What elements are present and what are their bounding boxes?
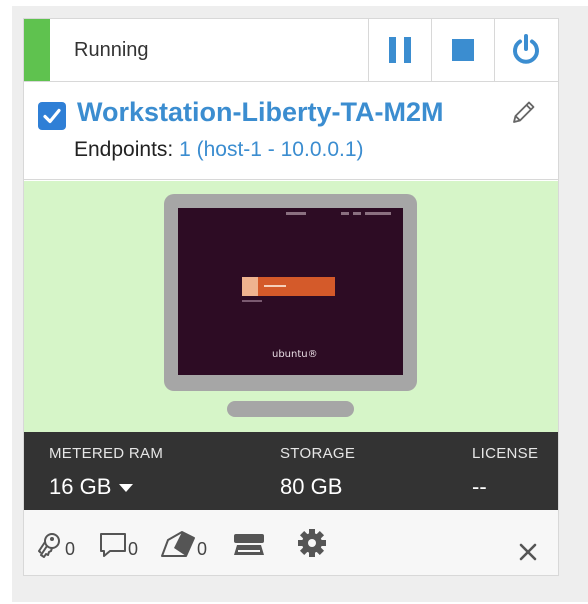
pause-icon <box>389 37 411 63</box>
monitor-stand <box>227 401 354 417</box>
status-text: Running <box>74 39 149 61</box>
metered-ram-dropdown[interactable]: 16 GB <box>49 474 134 500</box>
checkmark-icon <box>43 108 61 124</box>
caret-down-icon <box>119 484 134 493</box>
comment-icon <box>100 533 126 557</box>
status-row: Running <box>24 19 558 82</box>
keys-count: 0 <box>65 539 76 559</box>
power-icon <box>513 34 539 64</box>
endpoints-info: Endpoints: 1 (host-1 - 10.0.0.1) <box>74 138 364 162</box>
license-value: -- <box>472 474 487 499</box>
power-button[interactable] <box>494 19 557 81</box>
comments-button[interactable]: 0 <box>99 530 138 558</box>
vm-screen: ubuntu® <box>178 208 403 375</box>
vm-console-thumbnail[interactable]: ubuntu® <box>164 194 417 391</box>
stop-icon <box>452 39 474 61</box>
endpoints-link[interactable]: 1 (host-1 - 10.0.0.1) <box>179 138 363 161</box>
endpoints-label: Endpoints: <box>74 138 174 161</box>
vm-preview-area: ubuntu® <box>24 181 558 432</box>
close-icon <box>519 543 537 561</box>
pencil-icon <box>513 101 535 123</box>
settings-button[interactable] <box>297 529 327 558</box>
gear-icon <box>298 529 326 557</box>
metered-ram-value: 16 GB <box>49 474 112 499</box>
edit-name-button[interactable] <box>508 98 538 128</box>
close-button[interactable] <box>518 534 538 562</box>
storage-label: STORAGE <box>280 445 356 462</box>
vm-stats-bar: METERED RAM 16 GB STORAGE 80 GB LICENSE … <box>24 432 558 510</box>
metered-ram-label: METERED RAM <box>49 445 164 462</box>
vm-select-checkbox[interactable] <box>38 102 66 130</box>
vm-name-link[interactable]: Workstation-Liberty-TA-M2M <box>77 97 444 128</box>
status-indicator <box>24 19 50 81</box>
vm-title-row: Workstation-Liberty-TA-M2M Endpoints: 1 … <box>24 82 558 180</box>
hard-drive-icon <box>234 534 264 555</box>
keys-button[interactable]: 0 <box>38 530 75 558</box>
vm-card-footer: 0 0 0 <box>24 510 558 575</box>
comments-count: 0 <box>128 539 139 559</box>
tags-button[interactable]: 0 <box>160 530 207 558</box>
storage-value: 80 GB <box>280 474 343 499</box>
tag-icon <box>161 531 195 557</box>
ubuntu-logo-text: ubuntu® <box>272 349 318 360</box>
pause-button[interactable] <box>368 19 431 81</box>
storage-drive-button[interactable] <box>232 530 266 558</box>
tags-count: 0 <box>197 539 208 559</box>
stop-button[interactable] <box>431 19 494 81</box>
vm-card: Running Workstation-Liberty-TA-M2M Endpo… <box>23 18 559 576</box>
license-label: LICENSE <box>472 445 539 462</box>
keys-icon <box>38 533 60 558</box>
